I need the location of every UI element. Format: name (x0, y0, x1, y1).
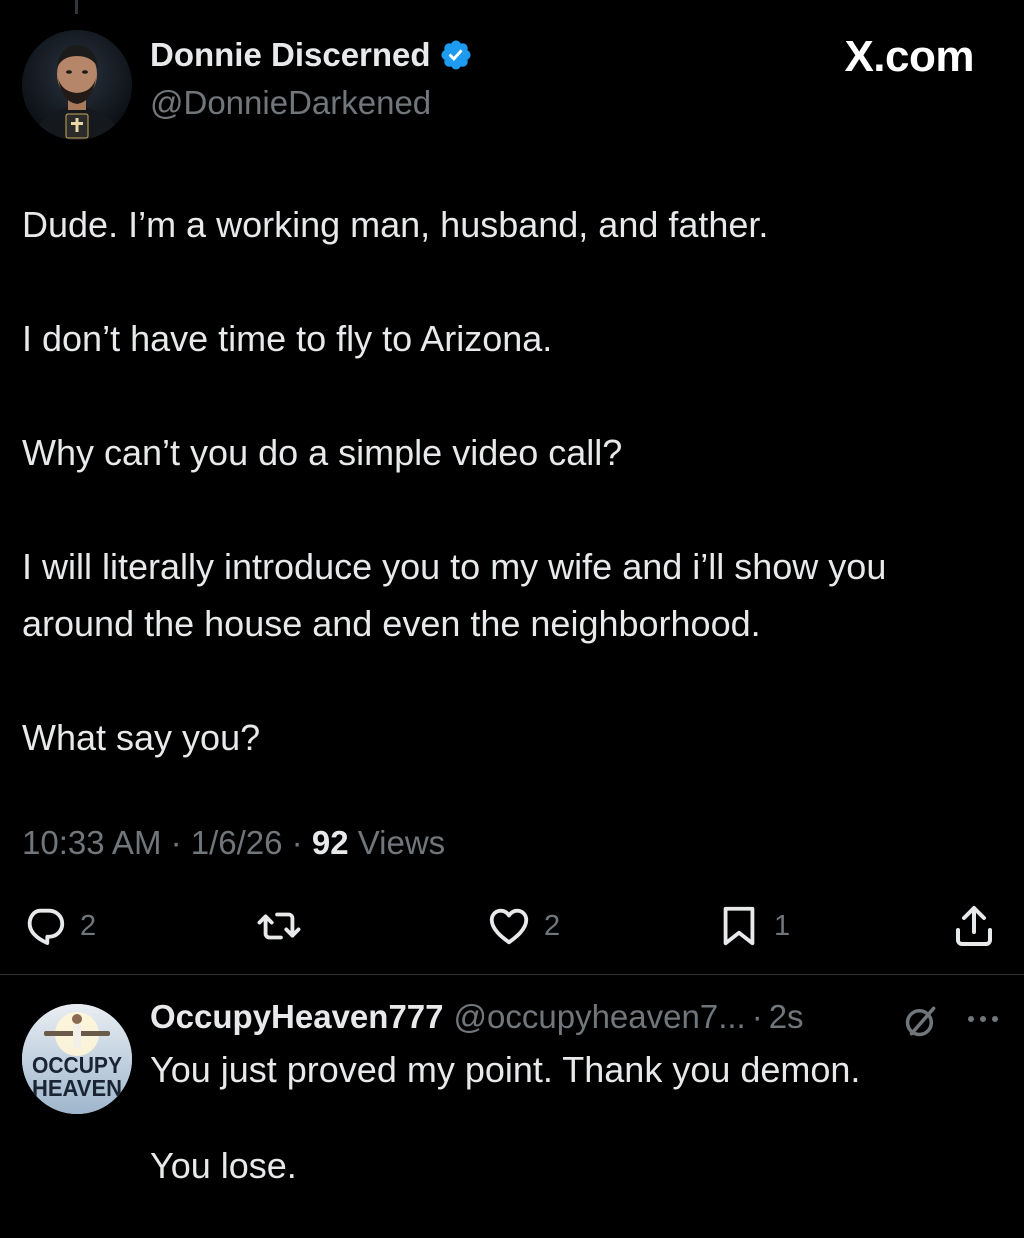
divider (0, 974, 1024, 975)
occupy-heaven-logo-icon: OCCUPY HEAVEN (22, 1004, 132, 1114)
views-count[interactable]: 92 (312, 824, 349, 861)
tweet-paragraph: Dude. I’m a working man, husband, and fa… (22, 204, 769, 245)
profile-photo-icon (22, 30, 132, 140)
reply-header: OccupyHeaven777 @occupyheaven7... · 2s (150, 998, 804, 1036)
tweet-text: Dude. I’m a working man, husband, and fa… (22, 196, 1002, 766)
repost-icon (257, 912, 301, 940)
like-count: 2 (544, 909, 561, 942)
like-button[interactable]: 2 (486, 898, 560, 954)
bookmark-count: 1 (774, 909, 791, 942)
views-label[interactable]: Views (349, 824, 445, 861)
reply-button[interactable]: 2 (22, 898, 96, 954)
tweet-paragraph: What say you? (22, 717, 261, 758)
tweet-paragraph: I don’t have time to fly to Arizona. (22, 318, 553, 359)
avatar-text-heaven: HEAVEN (32, 1075, 122, 1101)
brand-watermark: X.com (844, 32, 974, 81)
reply-author-handle[interactable]: @occupyheaven7... (454, 998, 746, 1036)
author-avatar[interactable] (22, 30, 132, 140)
meta-separator: · (282, 824, 312, 861)
verified-badge-icon (441, 40, 471, 70)
reply-paragraph: You lose. (150, 1145, 297, 1186)
reply-author-name[interactable]: OccupyHeaven777 (150, 998, 444, 1036)
tweet-meta: 10:33 AM · 1/6/26 · 92 Views (22, 824, 445, 862)
repost-button[interactable] (255, 898, 303, 954)
author-handle[interactable]: @DonnieDarkened (150, 84, 431, 122)
tweet-action-bar: 2 2 1 (0, 898, 1024, 958)
meta-separator: · (161, 824, 191, 861)
bookmark-icon (723, 906, 755, 946)
tweet-date[interactable]: 1/6/26 (191, 824, 283, 861)
bookmark-button[interactable]: 1 (716, 898, 790, 954)
reply-icon (27, 908, 65, 945)
tweet-paragraph: I will literally introduce you to my wif… (22, 546, 887, 644)
author-name-text[interactable]: Donnie Discerned (150, 36, 431, 74)
thread-line (75, 0, 78, 14)
reply-paragraph: You just proved my point. Thank you demo… (150, 1049, 861, 1090)
tweet-paragraph: Why can’t you do a simple video call? (22, 432, 623, 473)
share-icon (956, 906, 992, 946)
reply-timestamp[interactable]: 2s (769, 998, 804, 1036)
reply-meta-separator: · (751, 998, 763, 1035)
more-options-icon[interactable] (962, 1004, 1004, 1034)
share-button[interactable] (950, 898, 998, 954)
tweet-time[interactable]: 10:33 AM (22, 824, 161, 861)
heart-icon (489, 908, 529, 945)
reply-author-avatar[interactable]: OCCUPY HEAVEN (22, 1004, 132, 1114)
reply-count: 2 (80, 909, 97, 942)
author-display-name[interactable]: Donnie Discerned (150, 36, 473, 74)
reply-text: You just proved my point. Thank you demo… (150, 1046, 1000, 1238)
grok-icon[interactable] (902, 1002, 940, 1040)
